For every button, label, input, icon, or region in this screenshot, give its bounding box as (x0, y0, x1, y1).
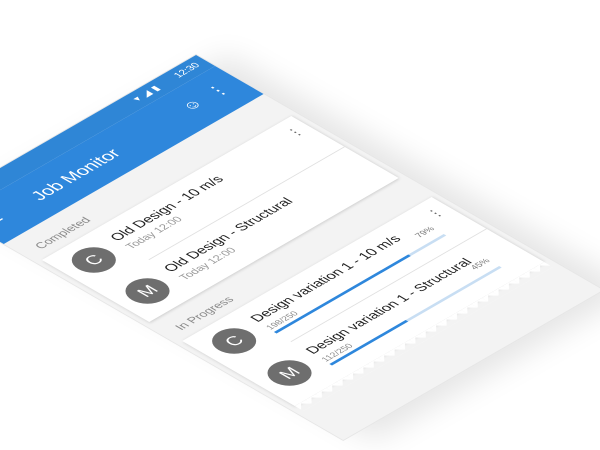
avatar: M (116, 273, 179, 309)
overflow-menu-icon[interactable]: ⋮ (201, 81, 235, 101)
avatar: C (202, 323, 266, 359)
avatar: C (62, 242, 126, 278)
menu-icon[interactable]: ≡ (0, 211, 10, 228)
phone-screen: ▾◢▮ 12:30 ≡ Job Monitor ☺ ⋮ Completed ⋮ … (0, 55, 600, 440)
job-progress-percent: 79% (412, 225, 437, 240)
job-progress-percent: 45% (467, 257, 493, 272)
profile-icon[interactable]: ☺ (178, 97, 208, 114)
avatar: M (258, 355, 321, 391)
